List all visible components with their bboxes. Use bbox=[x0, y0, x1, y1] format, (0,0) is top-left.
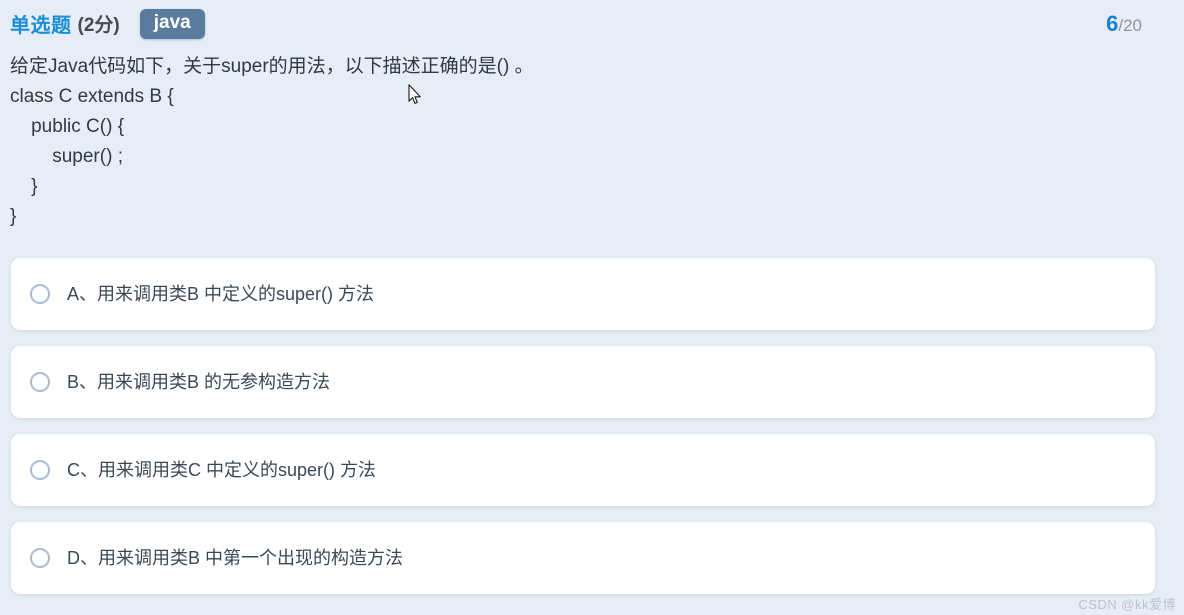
question-code-line-2: public C() { bbox=[10, 116, 125, 137]
radio-button-icon-c[interactable] bbox=[30, 460, 50, 480]
option-card-a[interactable]: A、用来调用类B 中定义的super() 方法 bbox=[11, 258, 1155, 330]
question-code-line-5: } bbox=[10, 206, 17, 227]
option-card-d[interactable]: D、用来调用类B 中第一个出现的构造方法 bbox=[11, 522, 1155, 594]
option-label-b: B、用来调用类B 的无参构造方法 bbox=[67, 372, 331, 392]
option-label-d: D、用来调用类B 中第一个出现的构造方法 bbox=[67, 548, 404, 568]
question-body: 给定Java代码如下，关于super的用法，以下描述正确的是() 。 class… bbox=[10, 52, 1160, 232]
question-stem: 给定Java代码如下，关于super的用法，以下描述正确的是() 。 bbox=[10, 56, 534, 77]
question-code-line-4: } bbox=[10, 176, 38, 197]
radio-button-icon-a[interactable] bbox=[30, 284, 50, 304]
question-code-line-3: super() ; bbox=[10, 146, 123, 167]
option-card-b[interactable]: B、用来调用类B 的无参构造方法 bbox=[11, 346, 1155, 418]
question-counter: 6/20 bbox=[1106, 11, 1142, 37]
option-label-c: C、用来调用类C 中定义的super() 方法 bbox=[67, 460, 377, 480]
answer-options-list: A、用来调用类B 中定义的super() 方法 B、用来调用类B 的无参构造方法… bbox=[11, 258, 1155, 610]
question-type-label: 单选题 bbox=[10, 15, 72, 38]
question-score-label: (2分) bbox=[77, 15, 120, 37]
option-card-c[interactable]: C、用来调用类C 中定义的super() 方法 bbox=[11, 434, 1155, 506]
question-counter-current: 6 bbox=[1106, 11, 1119, 36]
question-header-left: 单选题 (2分) java bbox=[0, 8, 205, 40]
radio-button-icon-b[interactable] bbox=[30, 372, 50, 392]
question-header: 单选题 (2分) java 6/20 bbox=[0, 0, 1184, 48]
subject-tag-java: java bbox=[139, 8, 205, 40]
question-code-line-1: class C extends B { bbox=[10, 86, 174, 107]
watermark-text: CSDN @kk爱博 bbox=[1078, 597, 1176, 612]
option-label-a: A、用来调用类B 中定义的super() 方法 bbox=[67, 284, 375, 304]
radio-button-icon-d[interactable] bbox=[30, 548, 50, 568]
question-counter-total: /20 bbox=[1118, 16, 1142, 35]
